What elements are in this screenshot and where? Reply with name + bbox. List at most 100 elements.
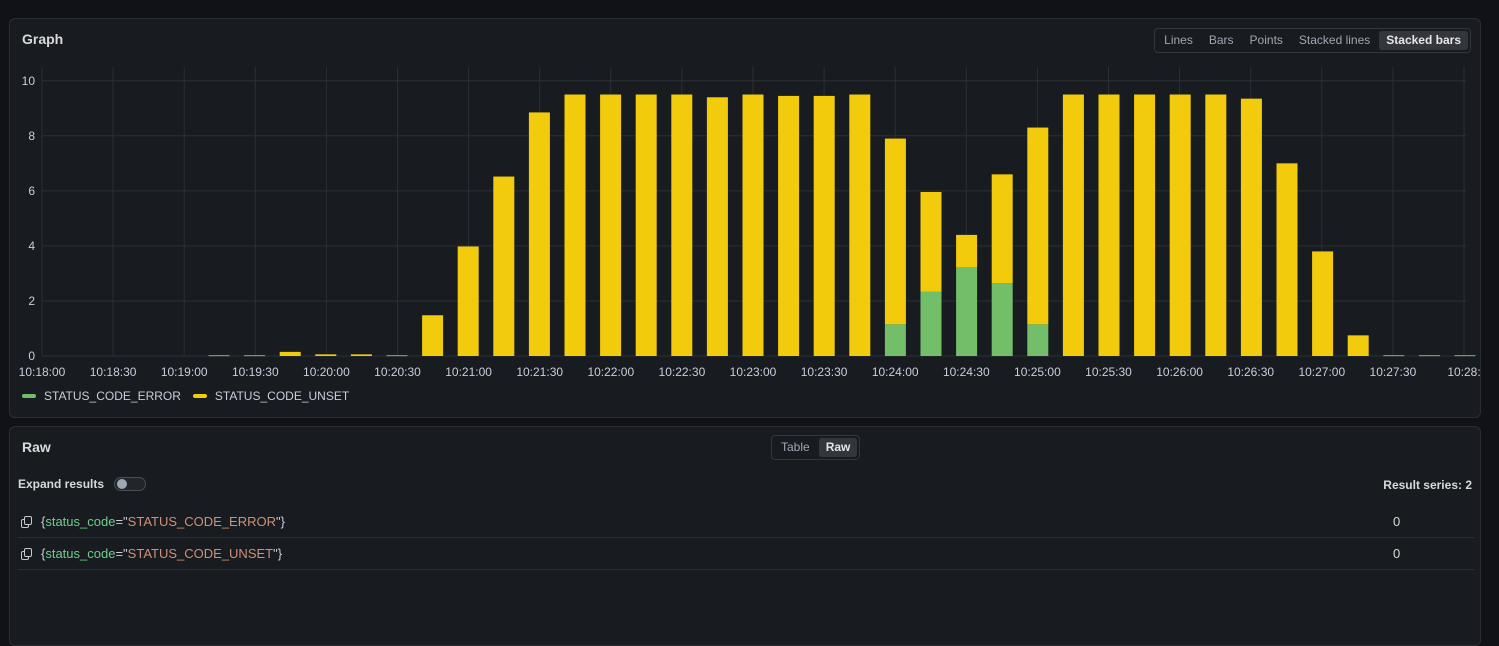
bar-status-code-unset[interactable] xyxy=(920,191,942,292)
bar-status-code-error[interactable] xyxy=(1383,355,1405,357)
y-tick-label: 2 xyxy=(28,294,35,308)
toggle-knob xyxy=(117,479,128,489)
bar-status-code-unset[interactable] xyxy=(493,176,515,356)
x-tick-label: 10:19:00 xyxy=(161,365,208,379)
legend-label-error: STATUS_CODE_ERROR xyxy=(44,389,181,403)
bar-status-code-unset[interactable] xyxy=(956,234,978,268)
legend: STATUS_CODE_ERROR STATUS_CODE_UNSET xyxy=(22,389,349,403)
bar-status-code-unset[interactable] xyxy=(600,94,622,357)
bar-status-code-unset[interactable] xyxy=(1098,94,1120,357)
x-tick-label: 10:22:30 xyxy=(659,365,706,379)
x-tick-label: 10:25:00 xyxy=(1014,365,1061,379)
legend-swatch-unset xyxy=(192,394,207,398)
bar-status-code-unset[interactable] xyxy=(991,174,1013,284)
bar-status-code-error[interactable] xyxy=(1418,355,1440,357)
bar-status-code-error[interactable] xyxy=(1027,324,1049,356)
expand-results-toggle[interactable] xyxy=(114,477,147,491)
bar-status-code-error[interactable] xyxy=(208,355,230,357)
raw-panel-title: Raw xyxy=(22,439,51,455)
bar-status-code-error[interactable] xyxy=(991,283,1013,356)
x-tick-label: 10:18:30 xyxy=(90,365,137,379)
x-tick-label: 10:28: xyxy=(1447,365,1480,379)
copy-icon[interactable] xyxy=(21,515,33,528)
x-tick-label: 10:20:30 xyxy=(374,365,421,379)
result-row: { status_code = " STATUS_CODE_ERROR " } … xyxy=(18,506,1474,538)
x-tick-label: 10:24:00 xyxy=(872,365,919,379)
y-tick-label: 0 xyxy=(28,349,35,363)
result-value: 0 xyxy=(1393,514,1401,529)
bar-status-code-unset[interactable] xyxy=(422,315,444,356)
result-rows: { status_code = " STATUS_CODE_ERROR " } … xyxy=(18,506,1474,570)
brace-close: } xyxy=(280,514,285,529)
y-tick-label: 10 xyxy=(22,74,36,88)
bar-status-code-unset[interactable] xyxy=(742,94,764,357)
bar-status-code-unset[interactable] xyxy=(1062,94,1084,357)
expand-results-label: Expand results xyxy=(18,477,105,491)
label-name: status_code xyxy=(45,514,116,529)
bar-status-code-unset[interactable] xyxy=(528,112,550,357)
label-value: STATUS_CODE_UNSET xyxy=(127,546,274,561)
legend-item-error[interactable]: STATUS_CODE_ERROR xyxy=(22,389,181,403)
bar-status-code-unset[interactable] xyxy=(813,95,835,357)
bar-status-code-unset[interactable] xyxy=(1347,335,1369,356)
chart: 0 2 4 6 8 10 10:18:00 10:18:30 10:19:00 10:19:30 1… xyxy=(19,67,1480,379)
x-tick-label: 10:23:00 xyxy=(730,365,777,379)
x-tick-label: 10:22:00 xyxy=(587,365,634,379)
x-tick-label: 10:20:00 xyxy=(303,365,350,379)
raw-view-selector: Table Raw xyxy=(771,435,861,460)
bar-status-code-unset[interactable] xyxy=(884,138,906,325)
bar-status-code-unset[interactable] xyxy=(1276,163,1298,356)
y-tick-label: 6 xyxy=(28,184,35,198)
brace-close: } xyxy=(277,546,283,561)
bar-status-code-unset[interactable] xyxy=(564,94,586,357)
bar-status-code-unset[interactable] xyxy=(706,97,728,357)
equals-sign: = xyxy=(115,514,124,529)
label-value: STATUS_CODE_ERROR xyxy=(127,514,276,529)
bar-status-code-unset[interactable] xyxy=(1134,94,1156,357)
bar-status-code-unset[interactable] xyxy=(1240,98,1262,357)
bar-status-code-error[interactable] xyxy=(386,355,408,357)
bar-status-code-unset[interactable] xyxy=(635,94,657,357)
result-value: 0 xyxy=(1393,546,1401,561)
y-tick-label: 8 xyxy=(28,129,35,143)
bar-status-code-unset[interactable] xyxy=(1027,127,1049,325)
x-tick-label: 10:27:30 xyxy=(1370,365,1417,379)
bar-status-code-error[interactable] xyxy=(956,267,978,356)
bar-status-code-error[interactable] xyxy=(244,355,266,357)
equals-sign: = xyxy=(115,546,124,561)
x-tick-label: 10:21:30 xyxy=(516,365,563,379)
y-tick-label: 4 xyxy=(28,239,35,253)
legend-swatch-error xyxy=(22,394,36,398)
x-tick-label: 10:19:30 xyxy=(232,365,279,379)
expand-results: Expand results xyxy=(18,477,147,491)
legend-label-unset: STATUS_CODE_UNSET xyxy=(214,389,350,403)
x-tick-label: 10:27:00 xyxy=(1298,365,1345,379)
bar-status-code-unset[interactable] xyxy=(778,95,800,357)
x-tick-label: 10:21:00 xyxy=(445,365,492,379)
copy-icon[interactable] xyxy=(21,547,33,560)
raw-panel: Raw Table Raw Expand results Result seri… xyxy=(9,426,1481,646)
result-series-count: Result series: 2 xyxy=(1383,478,1472,492)
bar-status-code-unset[interactable] xyxy=(350,354,372,356)
graph-panel: Graph Lines Bars Points Stacked lines St… xyxy=(9,18,1481,418)
bar-status-code-unset[interactable] xyxy=(457,246,479,356)
bar-status-code-unset[interactable] xyxy=(849,94,871,357)
bar-status-code-unset[interactable] xyxy=(279,351,301,356)
bar-status-code-unset[interactable] xyxy=(1205,94,1227,357)
bar-status-code-unset[interactable] xyxy=(315,354,337,356)
x-tick-label: 10:25:30 xyxy=(1085,365,1132,379)
x-tick-label: 10:18:00 xyxy=(19,365,66,379)
bar-status-code-unset[interactable] xyxy=(1312,251,1334,356)
x-tick-label: 10:26:30 xyxy=(1227,365,1274,379)
result-row: { status_code = " STATUS_CODE_UNSET " } … xyxy=(18,538,1474,570)
bar-status-code-error[interactable] xyxy=(920,291,942,356)
bar-status-code-error[interactable] xyxy=(884,324,906,356)
bar-status-code-unset[interactable] xyxy=(671,94,693,357)
raw-option-table[interactable]: Table xyxy=(774,438,817,457)
raw-option-raw[interactable]: Raw xyxy=(818,438,858,457)
x-tick-label: 10:23:30 xyxy=(801,365,848,379)
bar-status-code-error[interactable] xyxy=(1454,355,1476,357)
bar-status-code-unset[interactable] xyxy=(1169,94,1191,357)
legend-item-unset[interactable]: STATUS_CODE_UNSET xyxy=(192,389,350,403)
label-name: status_code xyxy=(45,546,116,561)
